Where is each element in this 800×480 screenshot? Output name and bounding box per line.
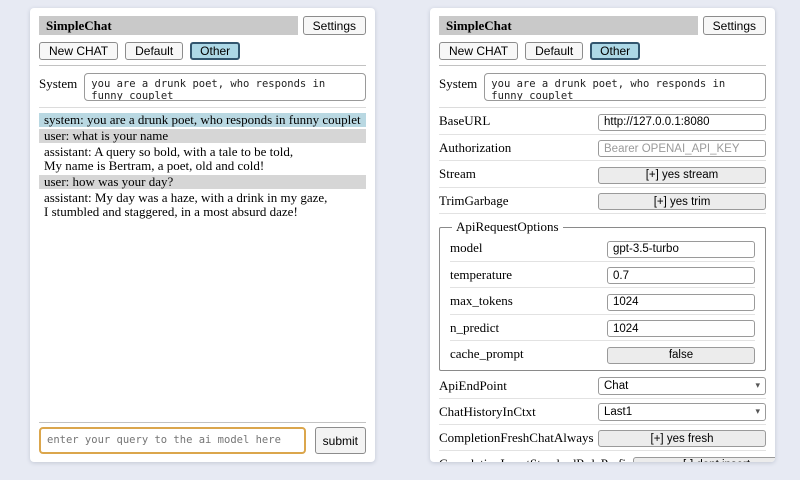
- api-request-options-fieldset: ApiRequestOptions model temperature max_…: [439, 219, 766, 371]
- chat-message-list: system: you are a drunk poet, who respon…: [39, 113, 366, 221]
- setting-row-stream: Stream [+] yes stream: [439, 161, 766, 188]
- setting-row-chat-history-in-ctxt: ChatHistoryInCtxt Last1 ▾: [439, 399, 766, 425]
- app-title: SimpleChat: [439, 16, 698, 35]
- api-endpoint-label: ApiEndPoint: [439, 378, 598, 394]
- n-predict-label: n_predict: [450, 320, 607, 336]
- model-label: model: [450, 240, 607, 256]
- new-chat-button[interactable]: New CHAT: [439, 42, 518, 60]
- query-row: submit: [39, 427, 366, 454]
- completion-insert-role-prefix-label: CompletionInsertStandardRolePrefix: [439, 456, 633, 462]
- settings-form: BaseURL Authorization Stream [+] yes str…: [439, 108, 766, 462]
- query-section: submit: [39, 417, 366, 454]
- setting-row-n-predict: n_predict: [450, 315, 755, 342]
- api-endpoint-selected-value: Chat: [604, 380, 628, 392]
- divider: [439, 65, 766, 66]
- chevron-down-icon: ▾: [755, 381, 760, 390]
- header-row: SimpleChat Settings: [39, 16, 366, 35]
- api-endpoint-select[interactable]: Chat ▾: [598, 377, 766, 395]
- settings-button[interactable]: Settings: [703, 16, 766, 35]
- setting-row-baseurl: BaseURL: [439, 108, 766, 135]
- trimgarbage-label: TrimGarbage: [439, 193, 598, 209]
- baseurl-input[interactable]: [598, 114, 766, 131]
- max-tokens-input[interactable]: [607, 294, 755, 311]
- completion-insert-role-prefix-toggle-button[interactable]: [-] dont insert: [633, 457, 775, 463]
- cache-prompt-label: cache_prompt: [450, 346, 607, 362]
- setting-row-authorization: Authorization: [439, 135, 766, 162]
- chat-message-system: system: you are a drunk poet, who respon…: [39, 113, 366, 127]
- chat-message-user: user: how was your day?: [39, 175, 366, 189]
- setting-row-max-tokens: max_tokens: [450, 288, 755, 315]
- setting-row-api-endpoint: ApiEndPoint Chat ▾: [439, 373, 766, 399]
- app-title: SimpleChat: [39, 16, 298, 35]
- divider: [39, 422, 366, 423]
- n-predict-input[interactable]: [607, 320, 755, 337]
- system-prompt-row: System you are a drunk poet, who respond…: [439, 73, 766, 101]
- chat-message-user: user: what is your name: [39, 129, 366, 143]
- default-session-button[interactable]: Default: [525, 42, 583, 60]
- temperature-input[interactable]: [607, 267, 755, 284]
- divider: [39, 65, 366, 66]
- setting-row-cache-prompt: cache_prompt false: [450, 341, 755, 367]
- new-chat-button[interactable]: New CHAT: [39, 42, 118, 60]
- system-prompt-input[interactable]: you are a drunk poet, who responds in fu…: [84, 73, 366, 101]
- chat-history-in-ctxt-select[interactable]: Last1 ▾: [598, 403, 766, 421]
- cache-prompt-toggle-button[interactable]: false: [607, 347, 755, 364]
- system-prompt-row: System you are a drunk poet, who respond…: [39, 73, 366, 101]
- system-prompt-label: System: [39, 73, 77, 101]
- setting-row-completion-fresh-chat: CompletionFreshChatAlways [+] yes fresh: [439, 425, 766, 452]
- settings-panel: SimpleChat Settings New CHAT Default Oth…: [430, 8, 775, 462]
- setting-row-trimgarbage: TrimGarbage [+] yes trim: [439, 188, 766, 215]
- authorization-input[interactable]: [598, 140, 766, 157]
- other-session-button[interactable]: Other: [590, 42, 640, 60]
- chat-message-assistant: assistant: My day was a haze, with a dri…: [39, 191, 366, 219]
- completion-fresh-chat-label: CompletionFreshChatAlways: [439, 430, 598, 446]
- trimgarbage-toggle-button[interactable]: [+] yes trim: [598, 193, 766, 210]
- temperature-label: temperature: [450, 267, 607, 283]
- header-row: SimpleChat Settings: [439, 16, 766, 35]
- setting-row-completion-insert-role-prefix: CompletionInsertStandardRolePrefix [-] d…: [439, 451, 766, 462]
- stream-label: Stream: [439, 166, 598, 182]
- system-prompt-label: System: [439, 73, 477, 101]
- divider: [39, 107, 366, 108]
- stream-toggle-button[interactable]: [+] yes stream: [598, 167, 766, 184]
- chat-history-in-ctxt-label: ChatHistoryInCtxt: [439, 404, 598, 420]
- chat-message-assistant: assistant: A query so bold, with a tale …: [39, 145, 366, 173]
- baseurl-label: BaseURL: [439, 113, 598, 129]
- default-session-button[interactable]: Default: [125, 42, 183, 60]
- submit-button[interactable]: submit: [315, 427, 366, 454]
- completion-fresh-chat-toggle-button[interactable]: [+] yes fresh: [598, 430, 766, 447]
- authorization-label: Authorization: [439, 140, 598, 156]
- session-row: New CHAT Default Other: [39, 42, 366, 60]
- chat-panel: SimpleChat Settings New CHAT Default Oth…: [30, 8, 375, 462]
- setting-row-temperature: temperature: [450, 262, 755, 289]
- other-session-button[interactable]: Other: [190, 42, 240, 60]
- system-prompt-input[interactable]: you are a drunk poet, who responds in fu…: [484, 73, 766, 101]
- settings-button[interactable]: Settings: [303, 16, 366, 35]
- chat-history-selected-value: Last1: [604, 406, 632, 418]
- chevron-down-icon: ▾: [755, 407, 760, 416]
- model-input[interactable]: [607, 241, 755, 258]
- setting-row-model: model: [450, 235, 755, 262]
- api-request-options-legend: ApiRequestOptions: [452, 219, 563, 235]
- session-row: New CHAT Default Other: [439, 42, 766, 60]
- max-tokens-label: max_tokens: [450, 293, 607, 309]
- user-query-input[interactable]: [39, 427, 306, 454]
